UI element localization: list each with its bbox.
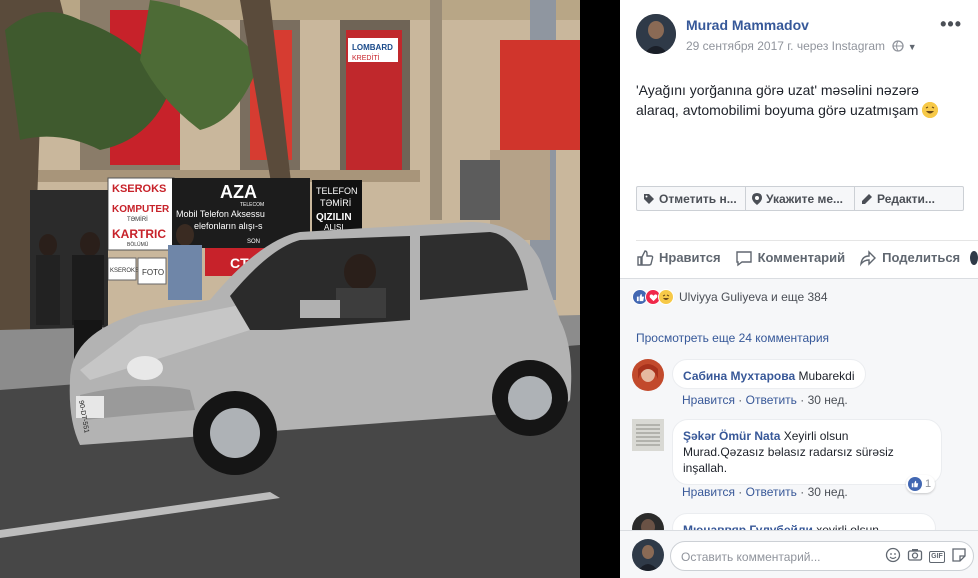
comment-text: Mubarekdi	[798, 369, 855, 383]
comment-input[interactable]: Оставить комментарий... GIF	[670, 541, 974, 571]
sign-telefon: TELEFON	[316, 186, 358, 196]
more-options-button[interactable]: •••	[940, 14, 962, 35]
tag-friends-button[interactable]: Отметить н...	[637, 187, 746, 210]
audience-chevron-icon[interactable]: ▼	[908, 42, 917, 52]
sign-telefonlarin: elefonların alışı-s	[194, 221, 263, 231]
comment-text-1: Xeyirli olsun	[783, 429, 849, 443]
sign-komputer: KOMPUTER	[112, 204, 170, 215]
thumbs-up-icon	[637, 249, 654, 266]
comment-like-count[interactable]: 1	[906, 475, 936, 493]
reactions-summary-text: Ulviyya Guliyeva и еще 384	[679, 290, 828, 304]
photo-scene: LOMBARD KREDİTİ KSEROKS KOMPUTER TƏMİRİ …	[0, 0, 580, 578]
tag-icon	[644, 193, 654, 204]
sign-son: SON	[247, 239, 260, 245]
haha-reaction-icon	[658, 289, 674, 305]
sign-temiri2: TƏMİRİ	[320, 198, 351, 208]
comment-input-placeholder: Оставить комментарий...	[681, 550, 821, 564]
comment-button[interactable]: Комментарий	[735, 249, 846, 267]
location-pin-icon	[752, 192, 762, 205]
edit-label: Редакти...	[877, 191, 935, 206]
post-side-panel: Murad Mammadov 29 сентября 2017 г. через…	[620, 0, 978, 578]
comment-time[interactable]: 30 нед.	[808, 393, 848, 407]
photo-side-gap	[580, 0, 620, 578]
emoji-picker-icon[interactable]	[885, 547, 901, 566]
comment-item: Сабина Мухтарова Mubarekdi Нравится · От…	[632, 359, 972, 409]
post-meta: 29 сентября 2017 г. через Instagram ▼	[686, 39, 917, 53]
post-header: Murad Mammadov 29 сентября 2017 г. через…	[636, 14, 970, 58]
comment-bubble: Сабина Мухтарова Mubarekdi	[672, 359, 866, 389]
author-avatar[interactable]	[636, 14, 676, 54]
like-label: Нравится	[659, 250, 721, 265]
commenter-name[interactable]: Şəkər Ömür Nata	[683, 429, 780, 443]
sign-aza: AZA	[220, 182, 257, 202]
sign-foto: FOTO	[142, 268, 164, 277]
commenter-avatar[interactable]	[632, 359, 664, 391]
reactions-summary[interactable]: Ulviyya Guliyeva и еще 384	[632, 289, 828, 305]
comment-text-2: Murad.Qəzasız bəlasız radarsız sürəsiz	[683, 445, 894, 459]
like-reaction-icon	[908, 477, 922, 491]
post-text-line-2: alaraq, avtomobilimi boyuma görə uzatmış…	[636, 102, 919, 118]
edit-button[interactable]: Редакти...	[855, 187, 963, 210]
sticker-icon[interactable]	[951, 547, 967, 566]
comment-reply-link[interactable]: Ответить	[746, 485, 797, 499]
my-avatar[interactable]	[632, 539, 664, 571]
commenter-avatar[interactable]	[632, 419, 664, 451]
tag-friends-label: Отметить н...	[659, 191, 737, 206]
post-date[interactable]: 29 сентября 2017 г. через Instagram	[686, 39, 885, 53]
pencil-icon	[862, 193, 872, 204]
camera-icon[interactable]	[907, 547, 923, 566]
comment-actions: Нравится · Ответить · 30 нед.	[682, 393, 848, 407]
comment-label: Комментарий	[757, 250, 846, 265]
comment-composer: Оставить комментарий... GIF	[620, 530, 978, 578]
sign-kartric: KARTRIC	[112, 227, 166, 241]
share-label: Поделиться	[882, 250, 961, 265]
sign-telecom: TELECOM	[240, 202, 264, 208]
comment-like-link[interactable]: Нравится	[682, 485, 735, 499]
comment-item: Şəkər Ömür Nata Xeyirli olsun Murad.Qəza…	[632, 419, 972, 499]
comment-time[interactable]: 30 нед.	[808, 485, 848, 499]
sign-temiri: TƏMİRİ	[127, 216, 148, 223]
gif-icon[interactable]: GIF	[929, 550, 945, 563]
post-actions: Нравится Комментарий Поделиться	[636, 240, 978, 274]
audience-icon[interactable]	[892, 39, 907, 53]
comment-text-3: inşallah.	[683, 461, 728, 475]
comment-actions: Нравится · Ответить · 30 нед.	[682, 485, 848, 499]
post-text: 'Ayağını yorğanına görə uzat' məsəlini n…	[636, 80, 966, 120]
photo-viewer: LOMBARD KREDİTİ KSEROKS KOMPUTER TƏMİRİ …	[0, 0, 978, 578]
sign-mobil: Mobil Telefon Aksessu	[176, 209, 265, 219]
sign-lombard: LOMBARD	[352, 43, 393, 52]
comment-like-number: 1	[925, 478, 932, 490]
post-tag-toolbar: Отметить н... Укажите ме... Редакти...	[636, 186, 964, 211]
author-name[interactable]: Murad Mammadov	[686, 17, 809, 33]
composer-icons: GIF	[885, 547, 967, 566]
sign-krediti: KREDİTİ	[352, 53, 380, 62]
post-text-line-1: 'Ayağını yorğanına görə uzat' məsəlini n…	[636, 82, 919, 98]
sign-xeroks2: KSEROKS	[110, 268, 139, 274]
like-button[interactable]: Нравится	[636, 249, 721, 267]
comment-reply-link[interactable]: Ответить	[746, 393, 797, 407]
add-location-button[interactable]: Укажите ме...	[746, 187, 855, 210]
laughing-emoji-icon	[922, 102, 939, 118]
sign-qizilin: QIZILIN	[316, 212, 352, 223]
comment-bubble: Şəkər Ömür Nata Xeyirli olsun Murad.Qəza…	[672, 419, 942, 485]
share-button[interactable]: Поделиться	[859, 249, 960, 267]
sign-bolumu: BÖLÜMÜ	[127, 241, 149, 248]
add-location-label: Укажите ме...	[766, 191, 844, 206]
commenter-name[interactable]: Сабина Мухтарова	[683, 369, 795, 383]
view-more-comments-link[interactable]: Просмотреть еще 24 комментария	[636, 331, 829, 345]
share-as-avatar[interactable]	[970, 250, 978, 265]
comment-bubble-icon	[735, 250, 752, 266]
share-arrow-icon	[860, 249, 877, 267]
sign-xeroks: KSEROKS	[112, 183, 166, 195]
post-photo[interactable]: LOMBARD KREDİTİ KSEROKS KOMPUTER TƏMİRİ …	[0, 0, 580, 578]
comment-like-link[interactable]: Нравится	[682, 393, 735, 407]
